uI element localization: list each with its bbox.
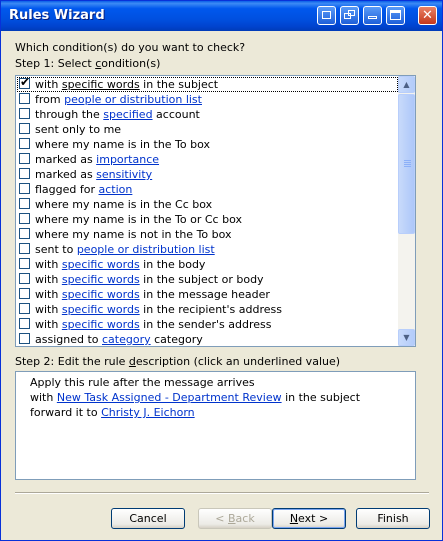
condition-label: where my name is in the To box (35, 138, 211, 151)
copy-icon[interactable] (340, 6, 359, 25)
condition-row[interactable]: where my name is in the To or Cc box (17, 212, 398, 227)
condition-checkbox[interactable] (19, 258, 30, 269)
condition-row[interactable]: flagged for action (17, 182, 398, 197)
description-link[interactable]: New Task Assigned - Department Review (57, 391, 282, 404)
condition-link[interactable]: importance (96, 153, 159, 166)
condition-label: flagged for action (35, 183, 133, 196)
condition-label: with specific words in the subject (35, 78, 219, 91)
minimize-icon[interactable] (363, 6, 382, 25)
condition-checkbox[interactable] (19, 213, 30, 224)
condition-checkbox[interactable] (19, 318, 30, 329)
description-line: with New Task Assigned - Department Revi… (30, 391, 361, 404)
check-icon: ✔ (20, 75, 31, 89)
description-link[interactable]: Christy J. Eichorn (101, 406, 195, 419)
condition-checkbox[interactable] (19, 138, 30, 149)
condition-link[interactable]: people or distribution list (77, 243, 215, 256)
condition-checkbox[interactable] (19, 273, 30, 284)
step1-label: Step 1: Select condition(s) (15, 57, 161, 70)
window-title: Rules Wizard (9, 8, 105, 23)
condition-row[interactable]: where my name is in the To box (17, 137, 398, 152)
condition-row[interactable]: assigned to category category (17, 332, 398, 346)
condition-label: where my name is in the Cc box (35, 198, 213, 211)
condition-link[interactable]: specific words (62, 273, 140, 286)
condition-label: marked as importance (35, 153, 160, 166)
rule-description-box: Apply this rule after the message arrive… (15, 371, 416, 480)
rules-wizard-window: Rules Wizard ✕ Which condition(s) do you… (0, 0, 443, 541)
close-button[interactable]: ✕ (418, 6, 437, 25)
condition-label: with specific words in the recipient's a… (35, 303, 282, 316)
condition-row[interactable]: with specific words in the recipient's a… (17, 302, 398, 317)
conditions-listbox[interactable]: ✔ with specific words in the subject from … (15, 75, 416, 347)
condition-link[interactable]: specific words (62, 288, 140, 301)
condition-row[interactable]: with specific words in the subject or bo… (17, 272, 398, 287)
condition-row[interactable]: sent only to me (17, 122, 398, 137)
condition-label: with specific words in the subject or bo… (35, 273, 264, 286)
condition-checkbox[interactable] (19, 153, 30, 164)
prompt-label: Which condition(s) do you want to check? (15, 41, 246, 54)
condition-checkbox[interactable] (19, 303, 30, 314)
back-button[interactable]: < Back (198, 508, 272, 529)
condition-row[interactable]: from people or distribution list (17, 92, 398, 107)
condition-row[interactable]: where my name is in the Cc box (17, 197, 398, 212)
scroll-down-icon[interactable]: ▼ (398, 329, 415, 346)
next-button[interactable]: Next > (272, 508, 346, 529)
condition-checkbox[interactable] (19, 168, 30, 179)
condition-checkbox[interactable] (19, 123, 30, 134)
condition-link[interactable]: specific words (62, 303, 140, 316)
condition-row[interactable]: marked as sensitivity (17, 167, 398, 182)
condition-checkbox[interactable] (19, 198, 30, 209)
condition-checkbox[interactable]: ✔ (19, 75, 31, 89)
condition-row[interactable]: where my name is not in the To box (17, 227, 398, 242)
condition-checkbox[interactable] (19, 183, 30, 194)
condition-label: where my name is in the To or Cc box (35, 213, 242, 226)
description-line: forward it to Christy J. Eichorn (30, 406, 195, 419)
condition-checkbox[interactable] (19, 333, 30, 344)
condition-label: with specific words in the message heade… (35, 288, 270, 301)
condition-checkbox[interactable] (19, 228, 30, 239)
condition-checkbox[interactable] (19, 243, 30, 254)
condition-link[interactable]: specified (103, 108, 152, 121)
condition-row[interactable]: through the specified account (17, 107, 398, 122)
condition-link[interactable]: action (99, 183, 133, 196)
divider (15, 492, 429, 494)
condition-label: with specific words in the body (35, 258, 206, 271)
condition-link[interactable]: specific words (62, 258, 140, 271)
condition-row[interactable]: with specific words in the body (17, 257, 398, 272)
scroll-up-icon[interactable]: ▲ (398, 76, 415, 93)
title-bar[interactable]: Rules Wizard ✕ (1, 1, 442, 31)
condition-label: through the specified account (35, 108, 200, 121)
condition-link[interactable]: sensitivity (96, 168, 152, 181)
condition-row[interactable]: with specific words in the sender's addr… (17, 317, 398, 332)
condition-label: sent to people or distribution list (35, 243, 215, 256)
condition-label: marked as sensitivity (35, 168, 153, 181)
restore-icon[interactable] (317, 6, 336, 25)
condition-label: sent only to me (35, 123, 122, 136)
condition-row[interactable]: with specific words in the message heade… (17, 287, 398, 302)
condition-label: assigned to category category (35, 333, 203, 346)
condition-link[interactable]: category (102, 333, 151, 346)
condition-checkbox[interactable] (19, 93, 30, 104)
finish-button[interactable]: Finish (356, 508, 430, 529)
condition-label: with specific words in the sender's addr… (35, 318, 272, 331)
condition-link[interactable]: people or distribution list (64, 93, 202, 106)
condition-row[interactable]: sent to people or distribution list (17, 242, 398, 257)
condition-label: where my name is not in the To box (35, 228, 232, 241)
condition-checkbox[interactable] (19, 108, 30, 119)
condition-row[interactable]: ✔ with specific words in the subject (17, 75, 398, 92)
condition-checkbox[interactable] (19, 288, 30, 299)
scroll-thumb[interactable] (398, 94, 415, 234)
condition-link[interactable]: specific words (62, 318, 140, 331)
description-line: Apply this rule after the message arrive… (30, 376, 255, 389)
conditions-scrollbar[interactable]: ▲ ▼ (398, 76, 415, 346)
condition-label: from people or distribution list (35, 93, 202, 106)
step2-label: Step 2: Edit the rule description (click… (15, 355, 341, 368)
cancel-button[interactable]: Cancel (111, 508, 185, 529)
maximize-icon[interactable] (386, 6, 405, 25)
condition-row[interactable]: marked as importance (17, 152, 398, 167)
